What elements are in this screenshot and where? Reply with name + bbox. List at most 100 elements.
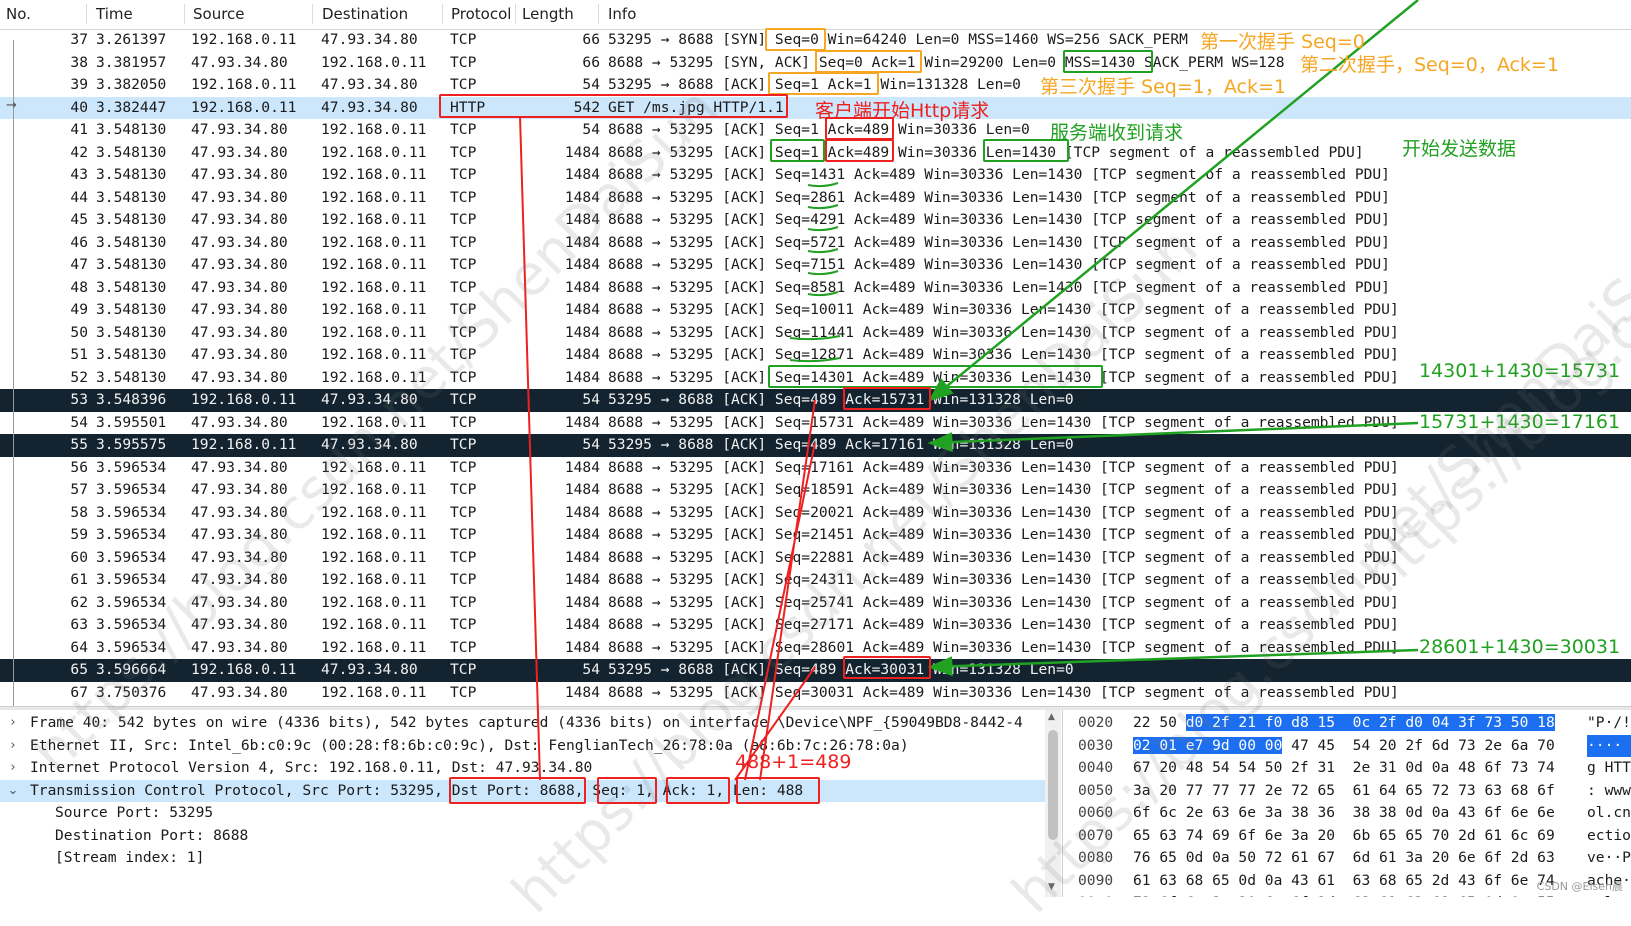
packet-info-cell: 53295 → 8688 [ACK] Seq=489 Ack=17161 Win…: [608, 436, 1074, 453]
column-header-no[interactable]: No.: [6, 5, 31, 23]
packet-len-cell: 54: [582, 436, 600, 453]
packet-len-cell: 54: [582, 391, 600, 408]
packet-len-cell: 1484: [564, 571, 600, 588]
bytes-offset: 0060: [1078, 804, 1114, 821]
packet-info-cell: 8688 → 53295 [ACK] Seq=17161 Ack=489 Win…: [608, 458, 1399, 476]
packet-time-cell: 3.548130: [96, 188, 167, 206]
packet-row[interactable]: 58 3.596534 47.93.34.80 192.168.0.11 TCP 1484…: [0, 502, 1631, 525]
packet-row[interactable]: 51 3.548130 47.93.34.80 192.168.0.11 TCP 1484…: [0, 344, 1631, 367]
packet-row[interactable]: 55 3.595575 192.168.0.11 47.93.34.80 TCP 54 53…: [0, 434, 1631, 457]
column-header-info[interactable]: Info: [608, 5, 636, 23]
detail-frame[interactable]: › Frame 40: 542 bytes on wire (4336 bits…: [0, 712, 1045, 735]
packet-row[interactable]: 44 3.548130 47.93.34.80 192.168.0.11 TCP 1484…: [0, 187, 1631, 210]
note-http-request: 客户端开始Http请求: [815, 100, 990, 122]
packet-row[interactable]: 53 3.548396 192.168.0.11 47.93.34.80 TCP 54 53…: [0, 389, 1631, 412]
bytes-row[interactable]: 0020 22 50 d0 2f 21 f0 d8 15 0c 2f d0 04 …: [1063, 712, 1631, 735]
packet-proto-cell: TCP: [450, 53, 477, 71]
packet-src-cell: 47.93.34.80: [191, 233, 288, 251]
column-header-source[interactable]: Source: [193, 5, 245, 23]
column-header-time[interactable]: Time: [96, 5, 133, 23]
column-separator[interactable]: [515, 4, 516, 24]
detail-destination-port[interactable]: Destination Port: 8688: [0, 825, 1045, 848]
packet-proto-cell: TCP: [450, 413, 477, 431]
packet-dst-cell: 192.168.0.11: [321, 481, 427, 498]
expand-chevron-icon[interactable]: ›: [6, 712, 20, 735]
bytes-hex: 3a 20 77 77 77 2e 72 65 61 64 65 72 73 6…: [1133, 780, 1555, 803]
expand-chevron-icon[interactable]: ›: [6, 735, 20, 758]
detail-source-port[interactable]: Source Port: 53295: [0, 802, 1045, 825]
packet-info-cell: 8688 → 53295 [ACK] Seq=5721 Ack=489 Win=…: [608, 233, 1390, 251]
packet-row[interactable]: 59 3.596534 47.93.34.80 192.168.0.11 TCP 1484…: [0, 524, 1631, 547]
packet-row[interactable]: 39 3.382050 192.168.0.11 47.93.34.80 TCP 54 53…: [0, 74, 1631, 97]
packet-dst-cell: 192.168.0.11: [321, 346, 427, 363]
packet-row[interactable]: 67 3.750376 47.93.34.80 192.168.0.11 TCP 1484…: [0, 682, 1631, 705]
packet-dst-cell: 192.168.0.11: [321, 166, 427, 183]
packet-info-cell: 8688 → 53295 [ACK] Seq=12871 Ack=489 Win…: [608, 346, 1399, 363]
details-scrollbar[interactable]: ▲ ▼: [1045, 710, 1061, 897]
packet-info-cell: 8688 → 53295 [ACK] Seq=1 Ack=489 Win=303…: [608, 143, 1364, 161]
packet-row[interactable]: 46 3.548130 47.93.34.80 192.168.0.11 TCP 1484…: [0, 232, 1631, 255]
packet-bytes-pane[interactable]: 0020 22 50 d0 2f 21 f0 d8 15 0c 2f d0 04 …: [1063, 710, 1631, 897]
packet-row[interactable]: 48 3.548130 47.93.34.80 192.168.0.11 TCP 1484…: [0, 277, 1631, 300]
expand-chevron-icon[interactable]: ›: [6, 757, 20, 780]
collapse-chevron-icon[interactable]: ⌄: [6, 780, 20, 803]
packet-info-cell: 8688 → 53295 [ACK] Seq=27171 Ack=489 Win…: [608, 616, 1399, 633]
packet-src-cell: 47.93.34.80: [191, 413, 288, 431]
bytes-row[interactable]: 0080 76 65 0d 0a 50 72 61 67 6d 61 3a 20 …: [1063, 847, 1631, 870]
packet-dst-cell: 47.93.34.80: [321, 98, 418, 116]
bytes-row[interactable]: 0030 02 01 e7 9d 00 00 47 45 54 20 2f 6d …: [1063, 734, 1631, 757]
packet-len-cell: 542: [573, 98, 600, 116]
packet-row[interactable]: 56 3.596534 47.93.34.80 192.168.0.11 TCP 1484…: [0, 457, 1631, 480]
bytes-row[interactable]: 0060 6f 6c 2e 63 6e 3a 38 36 38 38 0d 0a …: [1063, 802, 1631, 825]
column-separator[interactable]: [184, 4, 185, 24]
column-header-length[interactable]: Length: [522, 5, 574, 23]
scrollbar-thumb[interactable]: [1048, 730, 1058, 840]
packet-src-cell: 192.168.0.11: [191, 436, 297, 453]
packet-info-cell: 8688 → 53295 [ACK] Seq=18591 Ack=489 Win…: [608, 481, 1399, 498]
packet-row[interactable]: 65 3.596664 192.168.0.11 47.93.34.80 TCP 54 53…: [0, 659, 1631, 682]
bytes-row[interactable]: 0040 67 20 48 54 54 50 2f 31 2e 31 0d 0a …: [1063, 757, 1631, 780]
packet-row[interactable]: 54 3.595501 47.93.34.80 192.168.0.11 TCP 1484…: [0, 412, 1631, 435]
packet-row[interactable]: 49 3.548130 47.93.34.80 192.168.0.11 TCP 1484…: [0, 299, 1631, 322]
packet-time-cell: 3.548130: [96, 323, 167, 341]
packet-row[interactable]: 62 3.596534 47.93.34.80 192.168.0.11 TCP 1484…: [0, 592, 1631, 615]
packet-row[interactable]: 45 3.548130 47.93.34.80 192.168.0.11 TCP 1484…: [0, 209, 1631, 232]
scroll-down-icon[interactable]: ▼: [1048, 882, 1055, 892]
detail-stream-index[interactable]: [Stream index: 1]: [0, 847, 1045, 870]
packet-row[interactable]: 64 3.596534 47.93.34.80 192.168.0.11 TCP 1484…: [0, 637, 1631, 660]
column-separator[interactable]: [442, 4, 443, 24]
column-header-destination[interactable]: Destination: [322, 5, 408, 23]
column-separator[interactable]: [312, 4, 313, 24]
packet-src-cell: 47.93.34.80: [191, 458, 288, 476]
packet-row[interactable]: 50 3.548130 47.93.34.80 192.168.0.11 TCP 1484…: [0, 322, 1631, 345]
packet-time-cell: 3.596534: [96, 458, 167, 476]
packet-proto-cell: TCP: [450, 76, 477, 93]
packet-src-cell: 47.93.34.80: [191, 548, 288, 566]
scroll-up-icon[interactable]: ▲: [1048, 712, 1055, 722]
column-header-protocol[interactable]: Protocol: [451, 5, 511, 23]
packet-row[interactable]: 42 3.548130 47.93.34.80 192.168.0.11 TCP 1484…: [0, 142, 1631, 165]
packet-src-cell: 192.168.0.11: [191, 391, 297, 408]
detail-tcp[interactable]: ⌄ Transmission Control Protocol, Src Por…: [0, 779, 1045, 803]
packet-row[interactable]: 52 3.548130 47.93.34.80 192.168.0.11 TCP 1484…: [0, 367, 1631, 390]
column-separator[interactable]: [598, 4, 599, 24]
packet-len-cell: 1484: [564, 593, 600, 611]
packet-row[interactable]: 61 3.596534 47.93.34.80 192.168.0.11 TCP 1484…: [0, 569, 1631, 592]
packet-time-cell: 3.382050: [96, 76, 167, 93]
column-separator[interactable]: [86, 4, 87, 24]
packet-row[interactable]: 47 3.548130 47.93.34.80 192.168.0.11 TCP 1484…: [0, 254, 1631, 277]
packet-row[interactable]: 57 3.596534 47.93.34.80 192.168.0.11 TCP 1484…: [0, 479, 1631, 502]
bytes-row[interactable]: 0050 3a 20 77 77 77 2e 72 65 61 64 65 72 …: [1063, 780, 1631, 803]
packet-row[interactable]: 43 3.548130 47.93.34.80 192.168.0.11 TCP 1484…: [0, 164, 1631, 187]
packet-len-cell: 1484: [564, 413, 600, 431]
packet-row[interactable]: 63 3.596534 47.93.34.80 192.168.0.11 TCP 1484…: [0, 614, 1631, 637]
packet-dst-cell: 192.168.0.11: [321, 323, 427, 341]
bytes-hex-highlight: 02 01 e7 9d 00 00: [1133, 736, 1283, 754]
detail-ethernet[interactable]: › Ethernet II, Src: Intel_6b:c0:9c (00:2…: [0, 735, 1045, 758]
detail-ip[interactable]: › Internet Protocol Version 4, Src: 192.…: [0, 757, 1045, 780]
bytes-row[interactable]: 0070 65 63 74 69 6f 6e 3a 20 6b 65 65 70 …: [1063, 825, 1631, 848]
packet-details-pane[interactable]: › Frame 40: 542 bytes on wire (4336 bits…: [0, 710, 1063, 897]
packet-row[interactable]: 60 3.596534 47.93.34.80 192.168.0.11 TCP 1484…: [0, 547, 1631, 570]
packet-row[interactable]: 37 3.261397 192.168.0.11 47.93.34.80 TCP 66 53…: [0, 29, 1631, 52]
packet-info-cell: 8688 → 53295 [ACK] Seq=8581 Ack=489 Win=…: [608, 278, 1390, 296]
